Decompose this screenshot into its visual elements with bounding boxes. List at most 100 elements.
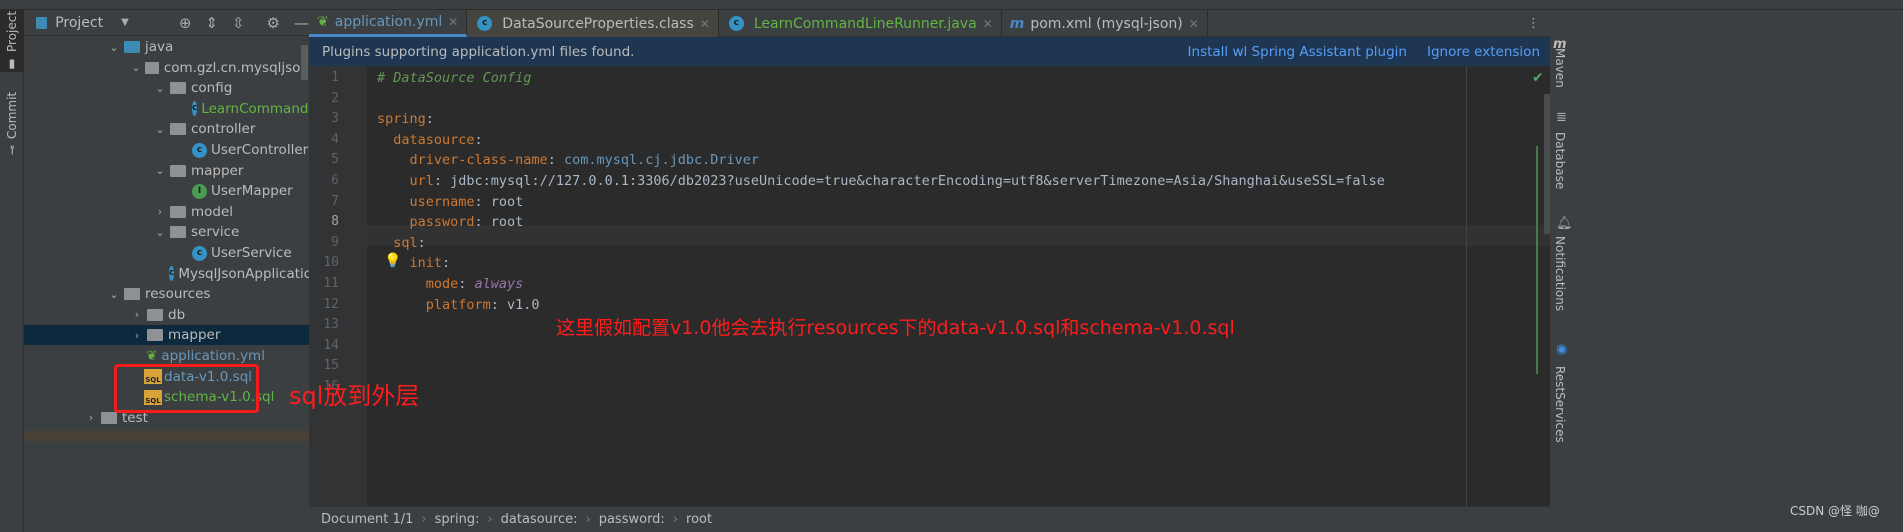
interface-icon: I bbox=[192, 183, 207, 199]
folder-icon bbox=[147, 329, 163, 342]
hide-icon[interactable]: — bbox=[294, 14, 309, 32]
line-number: 4 bbox=[331, 131, 339, 147]
chevron-right-icon[interactable]: › bbox=[130, 308, 144, 321]
class-icon: c bbox=[728, 16, 744, 31]
tree-item[interactable]: c LearnCommandLineRunner bbox=[24, 99, 385, 119]
tree-item[interactable]: ⌄ java bbox=[24, 37, 309, 57]
commit-tool-tab[interactable]: ⊸ Commit bbox=[0, 88, 24, 158]
gear-icon[interactable]: ⚙ bbox=[267, 14, 280, 32]
top-toolbar-edge bbox=[0, 0, 1903, 10]
breadcrumb: Document 1/1 › spring: › datasource: › passwor… bbox=[309, 506, 1550, 532]
folder-icon bbox=[147, 308, 163, 321]
collapse-all-icon[interactable]: ⇳ bbox=[232, 14, 245, 32]
chevron-right-icon[interactable]: › bbox=[84, 411, 98, 424]
tree-scrollbar[interactable] bbox=[301, 45, 308, 80]
line-number: 14 bbox=[323, 337, 339, 353]
tree-item[interactable]: c MysqlJsonApplication bbox=[24, 264, 321, 284]
rest-services-tool-tab[interactable]: RestServices bbox=[1553, 366, 1567, 443]
project-panel-header: Project ▼ ⊕ ⇕ ⇳ ⚙ — bbox=[24, 10, 309, 36]
chevron-right-icon: › bbox=[487, 512, 493, 527]
notifications-tool-tab[interactable]: Notifications bbox=[1553, 236, 1567, 311]
close-icon[interactable]: ✕ bbox=[448, 15, 458, 29]
code-editor[interactable]: 1 2 3 4 5 6 7 8 9 10 11 12 13 14 15 16 # DataSource Con… bbox=[309, 66, 1552, 506]
line-number: 15 bbox=[323, 358, 339, 374]
code-line: driver-class-name: com.mysql.cj.jdbc.Dri… bbox=[377, 152, 760, 169]
chevron-down-icon[interactable]: ⌄ bbox=[107, 288, 121, 301]
resources-folder-icon bbox=[124, 288, 140, 301]
project-tool-tab[interactable]: ▮ Project bbox=[0, 10, 24, 72]
tree-item[interactable]: I UserMapper bbox=[24, 181, 309, 201]
bell-icon: 🔔︎ bbox=[1556, 216, 1573, 231]
breadcrumb-item[interactable]: datasource: bbox=[501, 512, 578, 527]
tab-application-yml[interactable]: ❦ application.yml ✕ bbox=[309, 10, 468, 37]
change-marker bbox=[1536, 146, 1538, 374]
tree-item[interactable]: ⌄ mapper bbox=[24, 161, 309, 181]
lightbulb-icon[interactable]: 💡 bbox=[384, 253, 401, 269]
spring-yml-icon: ❦ bbox=[317, 14, 329, 30]
tree-item[interactable]: ⌄ config bbox=[24, 78, 309, 98]
breadcrumb-item[interactable]: Document 1/1 bbox=[321, 512, 413, 527]
line-number: 6 bbox=[331, 173, 339, 188]
rest-services-icon: ◉ bbox=[1556, 342, 1568, 357]
breadcrumb-item[interactable]: password: bbox=[599, 512, 665, 527]
tree-item[interactable]: ⌄ controller bbox=[24, 119, 309, 139]
annotation-platform-note: 这里假如配置v1.0他会去执行resources下的data-v1.0.sql和… bbox=[556, 317, 1235, 339]
package-icon bbox=[170, 123, 186, 136]
code-line: spring: bbox=[377, 111, 434, 128]
chevron-down-icon[interactable]: ⌄ bbox=[153, 123, 167, 136]
close-icon[interactable]: ✕ bbox=[700, 17, 710, 31]
maven-tool-tab[interactable]: Maven bbox=[1553, 48, 1567, 88]
code-line: password: root bbox=[377, 214, 524, 231]
database-tool-tab[interactable]: Database bbox=[1553, 132, 1567, 189]
tree-item[interactable]: ⌄ resources bbox=[24, 284, 309, 304]
close-icon[interactable]: ✕ bbox=[1189, 17, 1199, 31]
annotation-sql-note: sql放到外层 bbox=[289, 382, 420, 410]
more-tabs-icon[interactable]: ⋮ bbox=[1517, 10, 1550, 36]
tree-item[interactable]: ⌄ com.gzl.cn.mysqljson bbox=[24, 58, 309, 78]
commit-icon: ⊸ bbox=[5, 144, 19, 155]
tab-datasource-properties[interactable]: c DataSourceProperties.class ✕ bbox=[467, 10, 719, 37]
tree-item[interactable]: › mapper bbox=[24, 325, 309, 346]
chevron-right-icon: › bbox=[585, 512, 591, 527]
expand-all-icon[interactable]: ⇕ bbox=[205, 14, 218, 32]
chevron-down-icon[interactable]: ⌄ bbox=[153, 164, 167, 177]
breadcrumb-item[interactable]: root bbox=[686, 512, 712, 527]
code-line: sql: bbox=[377, 234, 426, 251]
chevron-right-icon[interactable]: › bbox=[153, 205, 167, 218]
install-plugin-link[interactable]: Install wl Spring Assistant plugin bbox=[1188, 44, 1407, 60]
tree-item[interactable]: ⌄ service bbox=[24, 222, 309, 242]
chevron-down-icon[interactable]: ⌄ bbox=[153, 82, 167, 95]
class-icon: c bbox=[192, 142, 207, 158]
chevron-right-icon[interactable]: › bbox=[130, 329, 144, 342]
tree-item[interactable]: c UserService bbox=[24, 243, 309, 263]
chevron-right-icon: › bbox=[672, 512, 679, 527]
watermark: CSDN @怪 咖@ bbox=[1790, 504, 1880, 518]
package-icon bbox=[170, 164, 186, 177]
tree-item[interactable]: › db bbox=[24, 305, 309, 325]
chevron-down-icon[interactable]: ⌄ bbox=[130, 61, 142, 74]
tab-pom-xml[interactable]: m pom.xml (mysql-json) ✕ bbox=[1002, 10, 1208, 37]
tree-item[interactable]: c UserController bbox=[24, 140, 309, 160]
package-icon bbox=[170, 205, 186, 218]
project-panel: Project ▼ ⊕ ⇕ ⇳ ⚙ — ⌄ java ⌄ com.gzl.cn.mys… bbox=[24, 10, 385, 532]
folder-icon: ▮ bbox=[5, 57, 19, 72]
tab-learn-command-line-runner[interactable]: c LearnCommandLineRunner.java ✕ bbox=[719, 10, 1002, 37]
project-view-icon bbox=[36, 16, 48, 29]
class-icon: c bbox=[192, 101, 198, 117]
tree-item[interactable]: › model bbox=[24, 202, 309, 222]
editor-tabs: ❦ application.yml ✕ c DataSourceProperties.… bbox=[309, 10, 1550, 37]
chevron-down-icon[interactable]: ▼ bbox=[121, 17, 129, 28]
line-number: 13 bbox=[323, 317, 339, 333]
close-icon[interactable]: ✕ bbox=[983, 17, 993, 31]
ignore-extension-link[interactable]: Ignore extension bbox=[1427, 44, 1540, 60]
folder-icon bbox=[101, 411, 117, 424]
chevron-down-icon[interactable]: ⌄ bbox=[153, 226, 167, 239]
line-number: 5 bbox=[331, 152, 339, 168]
locate-icon[interactable]: ⊕ bbox=[179, 14, 192, 32]
class-icon: c bbox=[192, 245, 207, 261]
chevron-down-icon[interactable]: ⌄ bbox=[107, 41, 121, 54]
project-view-selector[interactable]: Project bbox=[55, 15, 103, 31]
tree-item[interactable]: ❦ application.yml bbox=[24, 346, 309, 366]
breadcrumb-item[interactable]: spring: bbox=[435, 512, 480, 527]
right-margin-guide bbox=[1466, 66, 1467, 506]
